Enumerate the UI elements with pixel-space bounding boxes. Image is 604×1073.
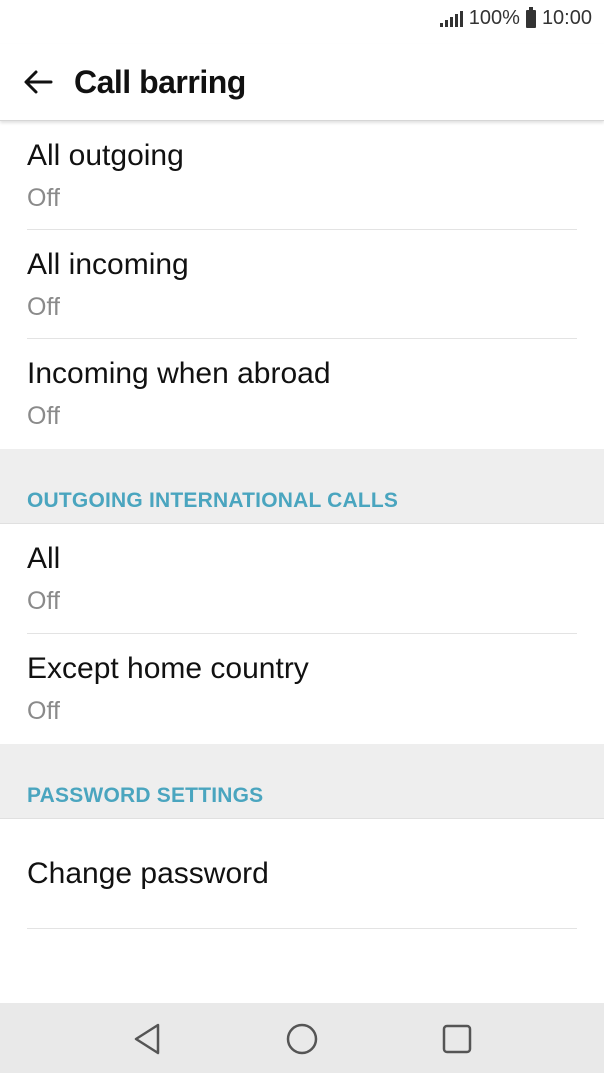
item-title: All xyxy=(27,542,61,575)
section-header-label: PASSWORD SETTINGS xyxy=(27,784,264,807)
item-summary: Off xyxy=(27,587,60,615)
item-summary: Off xyxy=(27,402,60,430)
list-item-intl-all[interactable]: All Off xyxy=(0,524,604,634)
item-summary: Off xyxy=(27,697,60,725)
list-item-change-password[interactable]: Change password xyxy=(0,819,604,929)
signal-icon xyxy=(439,10,463,27)
arrow-left-icon xyxy=(24,70,53,94)
clock: 10:00 xyxy=(541,7,592,29)
section-header-label: OUTGOING INTERNATIONAL CALLS xyxy=(27,489,399,512)
item-summary: Off xyxy=(27,184,60,212)
list-item-all-incoming[interactable]: All incoming Off xyxy=(0,230,604,339)
status-indicators: 100% 10:00 xyxy=(439,6,592,30)
circle-home-icon xyxy=(286,1023,318,1055)
status-bar: 100% 10:00 xyxy=(0,0,604,44)
battery-percentage: 100% xyxy=(468,7,520,29)
list-item-all-outgoing[interactable]: All outgoing Off xyxy=(0,121,604,230)
item-summary: Off xyxy=(27,293,60,321)
battery-icon xyxy=(525,6,536,28)
triangle-back-icon xyxy=(134,1023,160,1055)
section-header-password-settings: PASSWORD SETTINGS xyxy=(0,744,604,819)
item-title: Incoming when abroad xyxy=(27,357,331,390)
navigation-bar xyxy=(0,1003,604,1073)
list-item-incoming-when-abroad[interactable]: Incoming when abroad Off xyxy=(0,339,604,449)
item-title: Except home country xyxy=(27,652,309,685)
list-item-except-home-country[interactable]: Except home country Off xyxy=(0,634,604,744)
item-title: All incoming xyxy=(27,248,189,281)
page-title: Call barring xyxy=(74,64,246,100)
square-recents-icon xyxy=(442,1024,472,1054)
nav-home-button[interactable] xyxy=(284,1021,320,1057)
back-button[interactable] xyxy=(18,62,58,102)
app-bar: Call barring xyxy=(0,44,604,121)
item-title: All outgoing xyxy=(27,139,184,172)
settings-list: All outgoing Off All incoming Off Incomi… xyxy=(0,121,604,929)
nav-recents-button[interactable] xyxy=(439,1021,475,1057)
divider xyxy=(27,928,577,929)
section-header-outgoing-international: OUTGOING INTERNATIONAL CALLS xyxy=(0,449,604,524)
nav-back-button[interactable] xyxy=(129,1021,165,1057)
item-title: Change password xyxy=(27,857,269,890)
